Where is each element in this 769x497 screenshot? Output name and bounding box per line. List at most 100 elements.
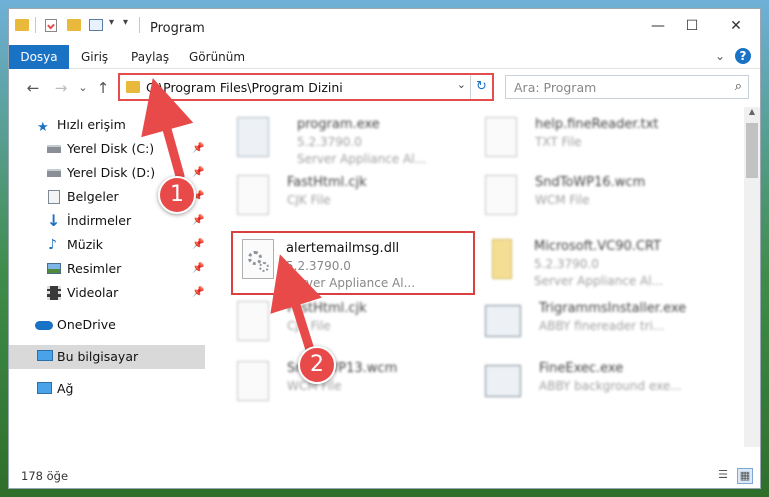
sidebar-item-network[interactable]: Ağ [9, 377, 205, 401]
navigation-pane: ★ Hızlı erişim Yerel Disk (C:) 📌 Yerel D… [9, 109, 205, 459]
up-button[interactable]: ↑ [93, 78, 113, 98]
generic-file-icon [485, 175, 517, 215]
generic-file-icon [237, 301, 269, 341]
sidebar-item-label: Yerel Disk (C:) [67, 141, 155, 156]
file-type: CJK File [287, 319, 331, 333]
file-item[interactable]: FastHtml.cjk CJK File [231, 299, 461, 355]
vertical-scrollbar[interactable]: ▲ [744, 107, 760, 447]
step-badge-2: 2 [298, 346, 336, 384]
search-input[interactable]: Ara: Program ⌕ [505, 75, 749, 99]
file-version: 5.2.3790.0 [534, 257, 599, 271]
file-name: help.fineReader.txt [535, 117, 659, 132]
sidebar-item-this-pc[interactable]: Bu bilgisayar [9, 345, 205, 369]
chevron-down-icon[interactable]: ▾ [109, 17, 114, 28]
pin-icon[interactable]: 📌 [192, 137, 204, 161]
video-icon [47, 286, 61, 300]
file-item[interactable]: FineExec.exe ABBY background exe... [479, 359, 709, 415]
picture-icon [47, 263, 61, 274]
file-item[interactable]: FastHtml.cjk CJK File [231, 173, 461, 229]
pin-icon[interactable]: 📌 [192, 257, 204, 281]
tab-share[interactable]: Paylaş [131, 45, 169, 69]
folder-icon [126, 81, 140, 93]
file-item[interactable]: SndToWP16.wcm WCM File [479, 173, 709, 229]
sidebar-item-label: Bu bilgisayar [57, 349, 139, 364]
sidebar-item-disk-c[interactable]: Yerel Disk (C:) 📌 [9, 137, 205, 161]
file-type: CJK File [287, 193, 331, 207]
pin-icon[interactable]: 📌 [192, 161, 204, 185]
details-view-icon[interactable]: ☰ [715, 468, 731, 484]
scrollbar-thumb[interactable] [746, 123, 758, 178]
file-item[interactable]: Microsoft.VC90.CRT 5.2.3790.0 Server App… [486, 237, 716, 293]
tab-home[interactable]: Giriş [81, 45, 108, 69]
sidebar-item-pictures[interactable]: Resimler 📌 [9, 257, 205, 281]
file-item[interactable]: help.fineReader.txt TXT File [479, 115, 709, 171]
explorer-window: ▾ ▾ Program — ☐ ✕ Dosya Giriş Paylaş Gör… [8, 8, 761, 489]
recent-locations-button[interactable]: ⌄ [73, 78, 93, 98]
exe-file-icon [485, 305, 521, 337]
properties-icon[interactable] [45, 19, 57, 32]
forward-button[interactable]: → [51, 78, 71, 98]
tab-view[interactable]: Görünüm [189, 45, 245, 69]
pin-icon[interactable]: 📌 [192, 281, 204, 305]
file-name: TrigrammsInstaller.exe [539, 301, 687, 316]
ribbon-tabs: Dosya Giriş Paylaş Görünüm ⌄ ? [9, 45, 760, 69]
file-item[interactable]: SndToWP13.wcm WCM File [231, 359, 461, 415]
file-item[interactable]: program.exe 5.2.3790.0 Server Appliance … [231, 115, 461, 171]
view-icon[interactable] [89, 19, 103, 31]
music-icon: ♪ [48, 237, 57, 253]
sidebar-item-label: Yerel Disk (D:) [67, 165, 156, 180]
sidebar-item-label: OneDrive [57, 317, 116, 332]
refresh-button[interactable]: ↻ [470, 75, 492, 99]
sidebar-item-videos[interactable]: Videolar 📌 [9, 281, 205, 305]
pin-icon[interactable]: 📌 [192, 233, 204, 257]
divider [139, 17, 140, 33]
maximize-button[interactable]: ☐ [677, 15, 707, 37]
computer-icon [37, 350, 53, 361]
sidebar-item-onedrive[interactable]: OneDrive [9, 313, 205, 337]
large-icons-view-icon[interactable]: ▦ [737, 468, 753, 484]
customize-icon[interactable]: ▾ [123, 17, 128, 28]
navigation-bar: ← → ⌄ ↑ C:\Program Files\Program Dizini … [9, 73, 760, 103]
search-icon[interactable]: ⌕ [735, 79, 742, 94]
sidebar-item-label: Müzik [67, 237, 103, 252]
divider [35, 17, 36, 33]
sidebar-item-label: İndirmeler [67, 213, 132, 228]
sidebar-item-label: Resimler [67, 261, 122, 276]
sidebar-item-music[interactable]: ♪ Müzik 📌 [9, 233, 205, 257]
help-button[interactable]: ? [735, 48, 751, 64]
search-placeholder: Ara: Program [514, 80, 597, 95]
minimize-button[interactable]: — [643, 15, 673, 37]
file-version: 5.2.3790.0 [297, 135, 362, 149]
document-icon [48, 190, 60, 204]
file-description: Server Appliance Al... [534, 274, 664, 288]
address-path[interactable]: C:\Program Files\Program Dizini [146, 80, 343, 95]
cloud-icon [35, 321, 53, 330]
highlight-box [231, 231, 475, 295]
item-count: 178 öğe [21, 469, 69, 483]
address-dropdown-button[interactable]: ⌄ [457, 78, 466, 91]
generic-file-icon [237, 175, 269, 215]
file-name: FineExec.exe [539, 361, 624, 376]
back-button[interactable]: ← [23, 78, 43, 98]
tab-file[interactable]: Dosya [9, 45, 69, 69]
address-bar[interactable]: C:\Program Files\Program Dizini ⌄ ↻ [118, 73, 494, 101]
file-name: SndToWP16.wcm [535, 175, 646, 190]
ribbon-expand-button[interactable]: ⌄ [711, 47, 729, 65]
sidebar-item-label: Ağ [57, 381, 74, 396]
close-button[interactable]: ✕ [721, 15, 751, 37]
sidebar-item-quick-access[interactable]: ★ Hızlı erişim [9, 113, 205, 137]
star-icon: ★ [37, 120, 49, 135]
generic-file-icon [237, 361, 269, 401]
download-icon: ↓ [47, 211, 61, 230]
file-description: ABBY background exe... [539, 379, 682, 393]
file-name: Microsoft.VC90.CRT [534, 239, 662, 254]
scroll-up-icon[interactable]: ▲ [744, 107, 760, 121]
step-badge-1: 1 [158, 176, 196, 214]
pin-icon[interactable]: 📌 [192, 209, 204, 233]
file-item[interactable]: TrigrammsInstaller.exe ABBY finereader t… [479, 299, 709, 355]
network-icon [37, 382, 52, 394]
exe-file-icon [485, 365, 521, 397]
new-folder-icon[interactable] [67, 19, 81, 31]
drive-icon [47, 145, 61, 153]
file-type: TXT File [535, 135, 582, 149]
